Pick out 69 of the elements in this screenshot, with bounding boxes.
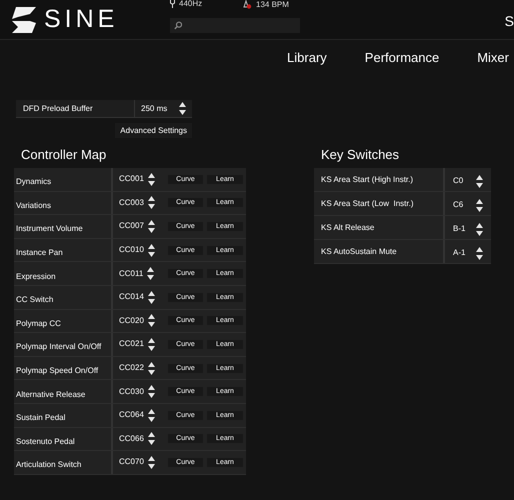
- table-cell: KS Alt Release: [314, 216, 445, 239]
- stepper-icon[interactable]: [148, 196, 155, 210]
- key-field[interactable]: C6: [445, 196, 491, 212]
- table-cell: Dynamics: [14, 168, 113, 191]
- table-cell: KS Area Start (Low Instr.): [314, 192, 445, 215]
- preload-label: DFD Preload Buffer: [16, 100, 135, 117]
- stepper-icon[interactable]: [476, 222, 483, 236]
- table-cell: Instance Pan: [14, 238, 113, 262]
- cc-field[interactable]: CC064: [119, 408, 164, 422]
- logo-text: SINE: [44, 7, 118, 32]
- stepper-icon[interactable]: [148, 220, 155, 233]
- tuning-label: 440Hz: [179, 0, 202, 8]
- preload-field[interactable]: 250 ms: [135, 100, 192, 117]
- cc-field[interactable]: CC003: [119, 196, 164, 210]
- stepper-icon[interactable]: [148, 408, 155, 422]
- table-cell: Sostenuto Pedal: [14, 428, 113, 450]
- table-cell: Sustain Pedal: [14, 404, 113, 427]
- stepper-icon[interactable]: [179, 102, 186, 115]
- key-field[interactable]: C0: [445, 172, 491, 188]
- stepper-icon[interactable]: [148, 314, 155, 328]
- table-cell: Expression: [14, 262, 113, 285]
- stepper-icon[interactable]: [148, 244, 155, 257]
- table-cell: KS Area Start (High Instr.): [314, 168, 445, 191]
- table-cell: Polymap Interval On/Off: [14, 333, 113, 356]
- cc-field[interactable]: CC001: [119, 172, 164, 186]
- cc-field[interactable]: CC014: [119, 290, 164, 304]
- search-icon: [174, 21, 182, 30]
- table-cell: KS AutoSustain Mute: [314, 240, 445, 263]
- table-cell: Instrument Volume: [14, 215, 113, 238]
- cc-field[interactable]: CC020: [119, 314, 164, 328]
- advanced-settings-button[interactable]: Advanced Settings: [115, 123, 192, 138]
- tempo-label: 134 BPM: [256, 0, 289, 8]
- table-cell: CC Switch: [14, 286, 113, 309]
- stepper-icon[interactable]: [476, 198, 483, 212]
- key-field[interactable]: B-1: [445, 220, 491, 236]
- cc-field[interactable]: CC011: [119, 267, 164, 280]
- search-field[interactable]: [170, 18, 300, 33]
- cc-field[interactable]: CC021: [119, 338, 164, 351]
- stepper-icon[interactable]: [476, 174, 483, 188]
- stepper-icon[interactable]: [476, 246, 483, 260]
- stepper-icon[interactable]: [148, 385, 155, 398]
- cc-field[interactable]: CC030: [119, 385, 164, 398]
- logo-icon: [12, 6, 36, 32]
- stepper-icon[interactable]: [148, 362, 155, 375]
- cc-field[interactable]: CC070: [119, 456, 164, 469]
- header-tab[interactable]: S: [504, 14, 514, 28]
- table-cell: Polymap CC: [14, 310, 113, 332]
- nav-tab[interactable]: Mixer: [477, 50, 509, 64]
- stepper-icon[interactable]: [147, 267, 154, 280]
- cc-field[interactable]: CC022: [119, 362, 164, 375]
- stepper-icon[interactable]: [148, 172, 155, 186]
- stepper-icon[interactable]: [148, 338, 155, 351]
- stepper-icon[interactable]: [148, 456, 155, 469]
- nav-tab[interactable]: Performance: [364, 50, 440, 64]
- stepper-icon[interactable]: [148, 432, 155, 446]
- cc-field[interactable]: CC010: [119, 244, 164, 257]
- stepper-icon[interactable]: [148, 290, 155, 304]
- table-cell: Variations: [14, 192, 113, 214]
- cc-field[interactable]: CC007: [119, 220, 164, 233]
- metronome-icon: [243, 0, 252, 9]
- table-cell: Articulation Switch: [14, 451, 113, 474]
- nav-tab[interactable]: Library: [287, 50, 327, 64]
- key-field[interactable]: A-1: [445, 244, 491, 260]
- cc-field[interactable]: CC066: [119, 432, 164, 446]
- section-title: Controller Map: [21, 148, 108, 161]
- table-cell: Polymap Speed On/Off: [14, 356, 113, 380]
- section-title: Key Switches: [321, 148, 400, 161]
- tuning-fork-icon: [170, 0, 175, 8]
- table-cell: Alternative Release: [14, 380, 113, 403]
